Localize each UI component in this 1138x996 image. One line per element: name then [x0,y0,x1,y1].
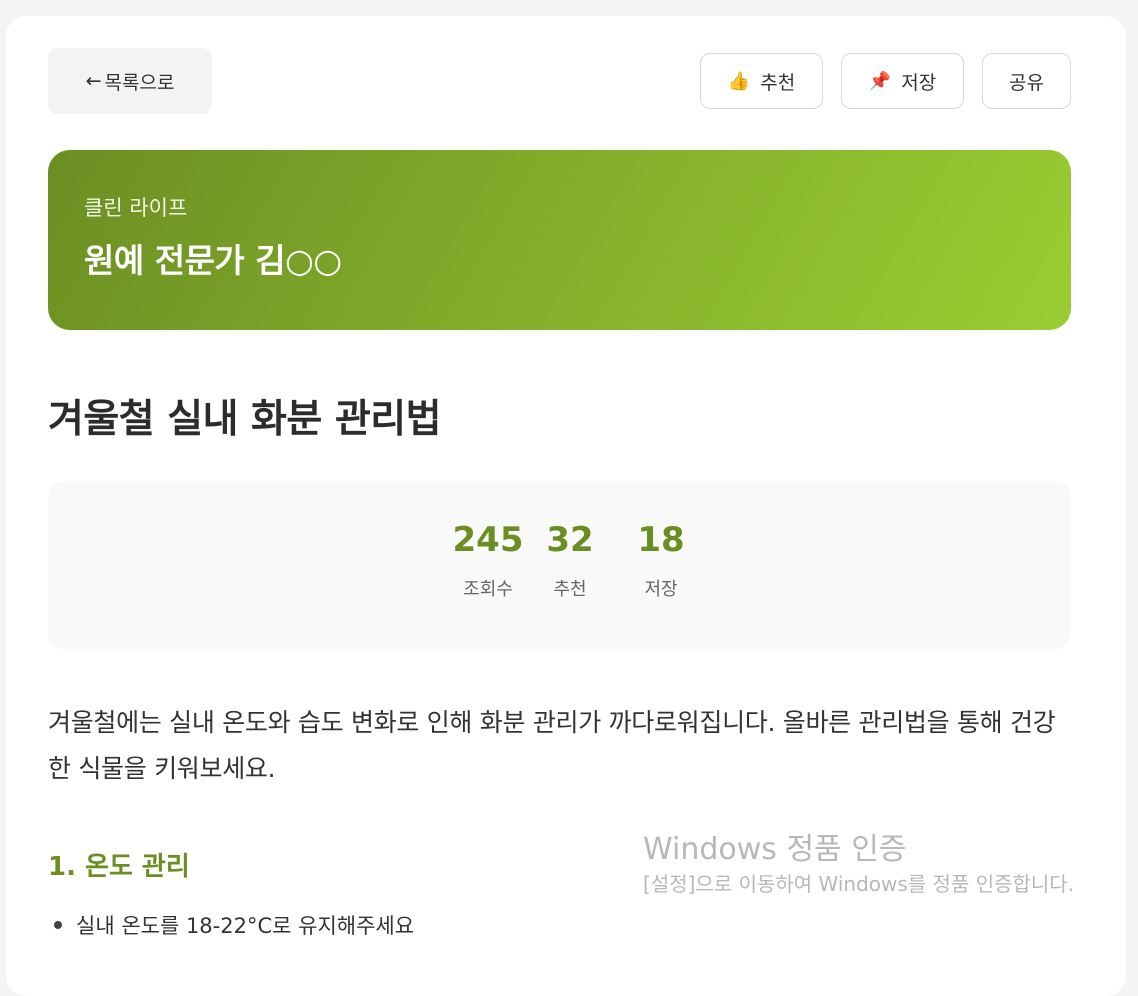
share-button[interactable]: 공유 [982,53,1071,109]
recommend-label: 추천 [760,71,796,94]
author-banner: 클린 라이프 원예 전문가 김○○ [48,150,1071,330]
save-button[interactable]: 📌 저장 [841,53,964,109]
back-button-label: 목록으로 [104,71,175,94]
stat-value: 245 [452,520,524,560]
share-label: 공유 [1009,71,1044,94]
back-to-list-button[interactable]: ← 목록으로 [48,48,212,114]
watermark-subtitle: [설정]으로 이동하여 Windows를 정품 인증합니다. [643,872,1075,896]
stats-panel: 245 조회수 32 추천 18 저장 [48,481,1071,649]
arrow-left-icon: ← [85,70,102,92]
save-label: 저장 [901,71,937,94]
list-item-text: 실내 온도를 18-22°C로 유지해주세요 [76,914,415,938]
bullet-icon [54,921,62,929]
author-name: 원예 전문가 김○○ [84,241,342,280]
section-heading: 1. 온도 관리 [48,852,190,882]
stat-value: 32 [546,520,594,560]
pushpin-icon: 📌 [868,70,892,92]
stat-label: 추천 [553,579,587,600]
stat-recommends: 32 추천 [540,523,600,601]
stat-saves: 18 저장 [631,523,691,601]
list-item: 실내 온도를 18-22°C로 유지해주세요 [48,910,414,940]
watermark-title: Windows 정품 인증 [643,832,907,867]
windows-activation-watermark: Windows 정품 인증 [설정]으로 이동하여 Windows를 정품 인증… [643,830,1113,898]
recommend-button[interactable]: 👍 추천 [700,53,823,109]
stat-views: 245 조회수 [433,523,543,601]
article-title: 겨울철 실내 화분 관리법 [48,397,442,442]
article-intro: 겨울철에는 실내 온도와 습도 변화로 인해 화분 관리가 까다로워집니다. 올… [48,708,1056,783]
stat-label: 저장 [644,579,678,600]
stat-value: 18 [637,520,685,560]
section-list: 실내 온도를 18-22°C로 유지해주세요 [48,910,414,940]
stat-label: 조회수 [463,579,513,600]
category-label: 클린 라이프 [84,196,188,220]
thumbs-up-icon: 👍 [727,70,751,92]
